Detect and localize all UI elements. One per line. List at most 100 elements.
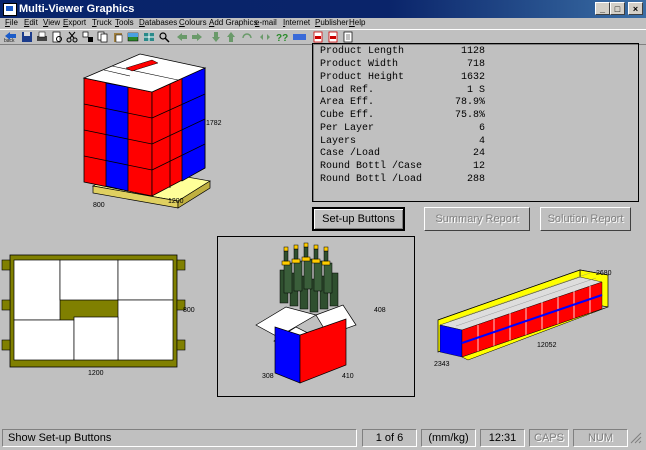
- resize-grip[interactable]: [630, 429, 644, 447]
- summary-label: Cube Eff.: [320, 110, 375, 121]
- menu-view[interactable]: View: [43, 18, 60, 27]
- case-3d-view: [255, 242, 357, 384]
- summary-value: 718: [466, 59, 485, 70]
- summary-value: 1632: [460, 72, 485, 83]
- rotate-button[interactable]: [241, 31, 254, 44]
- pallet-height-label: 1782: [206, 120, 222, 127]
- scissors-icon: [66, 31, 78, 43]
- back-label: back: [4, 38, 15, 44]
- left-arrow-button[interactable]: [176, 31, 189, 44]
- magnifier-icon: [159, 32, 170, 43]
- status-message: Show Set-up Buttons: [2, 429, 357, 447]
- summary-label: Product Height: [320, 72, 405, 83]
- wpp-icon: [293, 34, 306, 40]
- case-length-label: 410: [342, 373, 354, 380]
- case-3d-drawing: [255, 242, 357, 384]
- layout-length-label: 1200: [88, 370, 104, 377]
- summary-value: 4: [478, 136, 485, 147]
- summary-value: 1 S: [466, 85, 485, 96]
- arrow-down-icon: [212, 32, 220, 42]
- case-view-panel: 408 308 410: [217, 236, 415, 397]
- layout-width-label: 800: [183, 307, 195, 314]
- down-arrow-button[interactable]: [210, 31, 223, 44]
- status-time: 12:31: [480, 429, 525, 447]
- pdf-icon: [313, 31, 323, 43]
- paste-button[interactable]: [112, 31, 125, 44]
- menu-export[interactable]: Export: [63, 18, 86, 27]
- menu-add-graphics[interactable]: Add Graphics: [209, 18, 257, 27]
- zoom-button[interactable]: [158, 31, 171, 44]
- rotate-icon: [242, 33, 252, 39]
- summary-label: Layers: [320, 136, 357, 147]
- summary-report-button[interactable]: Summary Report: [424, 207, 530, 231]
- summary-label: Product Length: [320, 46, 405, 57]
- print-button[interactable]: [36, 31, 49, 44]
- summary-label: Load Ref.: [320, 85, 375, 96]
- menu-help[interactable]: Help: [349, 18, 365, 27]
- menu-colours[interactable]: Colours: [179, 18, 207, 27]
- copy-button[interactable]: [97, 31, 110, 44]
- setup-buttons-button[interactable]: Set-up Buttons: [312, 207, 405, 231]
- layer-layout-view: [1, 254, 186, 368]
- summary-label: Per Layer: [320, 123, 375, 134]
- summary-value: 1128: [460, 46, 485, 57]
- picture-icon: [127, 32, 139, 42]
- menu-tools[interactable]: Tools: [115, 18, 134, 27]
- summary-label: Area Eff.: [320, 97, 375, 108]
- help-button[interactable]: ??: [276, 31, 289, 44]
- container-height-label: 2680: [596, 270, 612, 277]
- solution-report-button[interactable]: Solution Report: [540, 207, 631, 231]
- status-units: (mm/kg): [421, 429, 476, 447]
- menu-email[interactable]: e-mail: [255, 18, 277, 27]
- summary-label: Product Width: [320, 59, 399, 70]
- case-depth-label: 408: [374, 307, 386, 314]
- summary-value: 24: [472, 148, 485, 159]
- summary-value: 6: [478, 123, 485, 134]
- pallet-width-label: 800: [93, 202, 105, 209]
- menu-databases[interactable]: Databases: [139, 18, 177, 27]
- app-icon: [3, 3, 17, 16]
- paste-icon: [114, 33, 123, 43]
- container-length-label: 12052: [537, 342, 557, 349]
- container-width-label: 2343: [434, 361, 450, 368]
- grid-button[interactable]: [143, 31, 156, 44]
- preview-button[interactable]: [51, 31, 64, 44]
- summary-label: Case /Load: [320, 148, 381, 159]
- grid-icon: [144, 33, 154, 41]
- close-button[interactable]: ×: [628, 2, 643, 15]
- copy-icon: [97, 31, 108, 43]
- boxes-icon: [82, 31, 93, 42]
- summary-value: 12: [472, 161, 485, 172]
- wpp-button[interactable]: [292, 31, 307, 44]
- layer-layout-drawing: [1, 254, 186, 368]
- case-width-label: 308: [262, 373, 274, 380]
- right-arrow-button[interactable]: [191, 31, 204, 44]
- title-bar: Multi-Viewer Graphics _ □ ×: [0, 0, 646, 18]
- menu-file[interactable]: File: [5, 18, 18, 27]
- status-bar: Show Set-up Buttons 1 of 6 (mm/kg) 12:31…: [0, 427, 646, 450]
- arrange-button[interactable]: [82, 31, 95, 44]
- print-preview-icon: [52, 31, 62, 43]
- save-button[interactable]: [21, 31, 34, 44]
- menu-bar: File Edit View Export Truck Tools Databa…: [0, 18, 646, 29]
- menu-truck[interactable]: Truck: [92, 18, 112, 27]
- pallet-3d-view: [82, 53, 211, 209]
- summary-label: Round Bottl /Case: [320, 161, 423, 172]
- floppy-icon: [22, 32, 32, 42]
- menu-edit[interactable]: Edit: [24, 18, 38, 27]
- svg-text:??: ??: [276, 33, 288, 44]
- menu-publisher[interactable]: Publisher: [315, 18, 348, 27]
- maximize-button[interactable]: □: [610, 2, 625, 15]
- image-button[interactable]: [127, 31, 140, 44]
- container-3d-drawing: [437, 269, 610, 361]
- cut-button[interactable]: [66, 31, 79, 44]
- swap-button[interactable]: [259, 31, 272, 44]
- pallet-length-label: 1200: [168, 198, 184, 205]
- menu-internet[interactable]: Internet: [283, 18, 310, 27]
- status-caps: CAPS: [529, 429, 569, 447]
- back-button[interactable]: back: [3, 31, 18, 44]
- pdf-export-icon: [328, 31, 338, 43]
- up-arrow-button[interactable]: [225, 31, 238, 44]
- minimize-button[interactable]: _: [595, 2, 610, 15]
- swap-icon: [260, 34, 270, 40]
